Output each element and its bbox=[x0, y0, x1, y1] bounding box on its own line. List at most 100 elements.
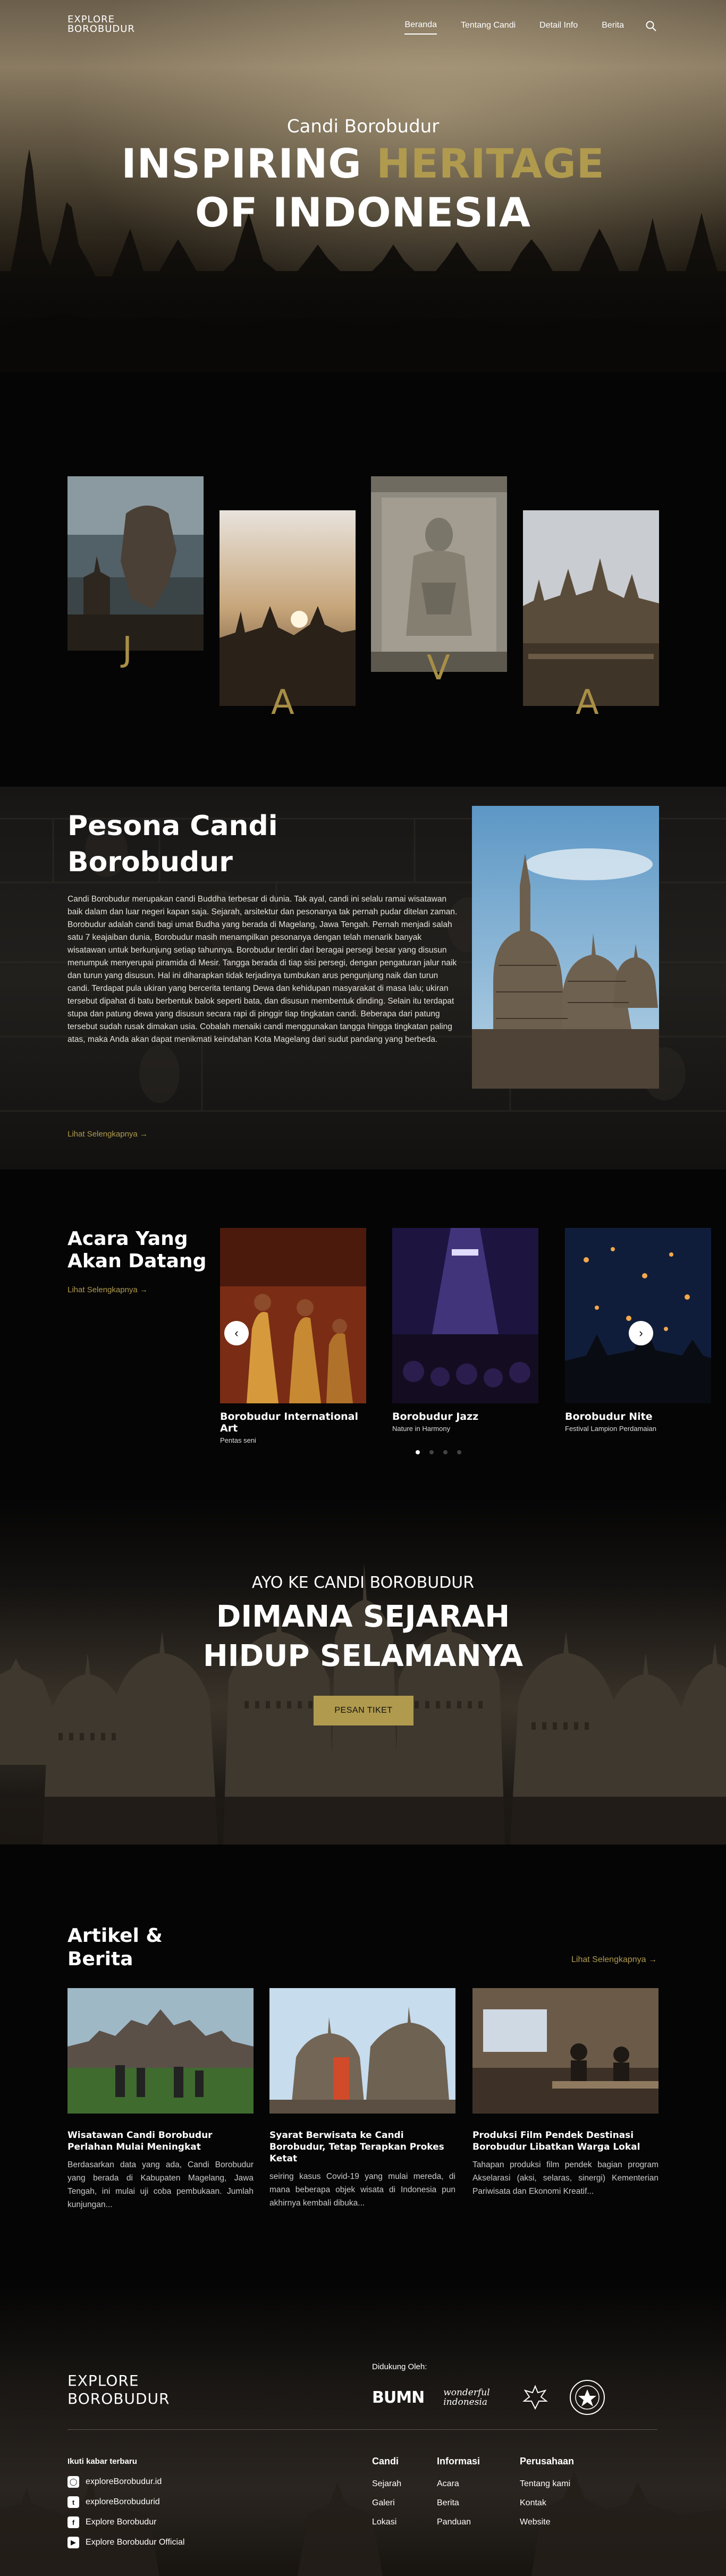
article-excerpt: Berdasarkan data yang ada, Candi Borobud… bbox=[67, 2160, 254, 2209]
events-read-more-link[interactable]: Lihat Selengkapnya → bbox=[67, 1285, 148, 1294]
top-nav: EXPLORE BOROBUDUR Beranda Tentang Candi … bbox=[0, 0, 726, 50]
articles-read-more-link[interactable]: Lihat Selengkapnya → bbox=[571, 1955, 657, 1965]
cta-subtitle: AYO KE CANDI BOROBUDUR bbox=[251, 1573, 475, 1592]
footer-link-sejarah[interactable]: Sejarah bbox=[372, 2474, 401, 2494]
youtube-icon: ▶ bbox=[67, 2537, 79, 2548]
site-logo[interactable]: EXPLORE BOROBUDUR bbox=[67, 15, 135, 34]
article-excerpt: Tahapan produksi film pendek bagian prog… bbox=[472, 2160, 659, 2196]
footer-link-tentang-kami[interactable]: Tentang kami bbox=[520, 2474, 574, 2494]
footer-logo[interactable]: EXPLORE BOROBUDUR bbox=[67, 2372, 170, 2408]
article-image-2 bbox=[269, 1988, 455, 2114]
pesona-read-more-link[interactable]: Lihat Selengkapnya → bbox=[67, 1130, 148, 1139]
events-section: Acara Yang Akan Datang Lihat Selengkapny… bbox=[0, 1169, 726, 1499]
chevron-right-icon: › bbox=[639, 1326, 643, 1340]
pesona-title: Pesona Candi Borobudur bbox=[67, 810, 278, 878]
wonderful-indonesia-logo: wonderful indonesia bbox=[443, 2387, 490, 2407]
article-card-3[interactable]: Produksi Film Pendek Destinasi Borobudur… bbox=[472, 1988, 659, 2198]
footer-link-berita[interactable]: Berita bbox=[437, 2494, 480, 2513]
social-link-facebook[interactable]: f Explore Borobudur bbox=[67, 2512, 184, 2532]
article-card-2[interactable]: Syarat Berwisata ke Candi Borobudur, Tet… bbox=[269, 1988, 455, 2210]
footer-column-heading: Candi bbox=[372, 2456, 399, 2466]
slider-dot[interactable] bbox=[443, 1450, 448, 1454]
footer-column-heading: Informasi bbox=[437, 2456, 480, 2466]
pesona-section: Pesona Candi Borobudur Candi Borobudur m… bbox=[0, 787, 726, 1169]
java-letter-v: V bbox=[427, 649, 450, 688]
hero-section: EXPLORE BOROBUDUR Beranda Tentang Candi … bbox=[0, 0, 726, 372]
footer: EXPLORE BOROBUDUR Didukung Oleh: BUMN wo… bbox=[0, 2286, 726, 2576]
event-card-jazz[interactable]: Borobudur Jazz Nature in Harmony bbox=[392, 1228, 538, 1441]
event-category: Festival Lampion Perdamaian bbox=[565, 1425, 656, 1433]
slider-dots bbox=[416, 1450, 461, 1454]
garuda-emblem-icon bbox=[521, 2383, 550, 2412]
footer-link-acara[interactable]: Acara bbox=[437, 2474, 480, 2494]
article-title[interactable]: Wisatawan Candi Borobudur Perlahan Mulai… bbox=[67, 2129, 254, 2153]
hero-title-highlight: HERITAGE bbox=[376, 140, 605, 187]
social-links: ◯ exploreBorobudur.id t exploreBorobudur… bbox=[67, 2472, 184, 2553]
footer-link-website[interactable]: Website bbox=[520, 2513, 574, 2532]
footer-link-galeri[interactable]: Galeri bbox=[372, 2494, 401, 2513]
java-image-1 bbox=[67, 476, 204, 651]
cta-title-line-2: HIDUP SELAMANYA bbox=[202, 1639, 524, 1673]
bumn-logo: BUMN bbox=[372, 2388, 425, 2407]
footer-link-kontak[interactable]: Kontak bbox=[520, 2494, 574, 2513]
ministry-seal-icon bbox=[569, 2379, 606, 2416]
nav-links: Beranda Tentang Candi Detail Info Berita bbox=[381, 20, 657, 35]
social-label: Explore Borobudur Official bbox=[86, 2538, 185, 2547]
nav-link-beranda[interactable]: Beranda bbox=[404, 20, 437, 35]
footer-column-perusahaan: Perusahaan Tentang kami Kontak Website bbox=[520, 2456, 574, 2532]
facebook-icon: f bbox=[67, 2516, 79, 2528]
nav-link-detail-info[interactable]: Detail Info bbox=[539, 21, 578, 34]
event-name: Borobudur Jazz bbox=[392, 1411, 479, 1422]
event-name: Borobudur Nite bbox=[565, 1411, 653, 1422]
java-image-3 bbox=[371, 476, 507, 672]
pesona-body: Candi Borobudur merupakan candi Buddha t… bbox=[67, 895, 458, 1044]
footer-link-panduan[interactable]: Panduan bbox=[437, 2513, 480, 2532]
event-name: Borobudur International Art bbox=[220, 1411, 358, 1434]
article-title[interactable]: Produksi Film Pendek Destinasi Borobudur… bbox=[472, 2129, 659, 2153]
nav-link-berita[interactable]: Berita bbox=[602, 21, 624, 34]
supported-by-label: Didukung Oleh: bbox=[372, 2362, 427, 2371]
nav-link-tentang-candi[interactable]: Tentang Candi bbox=[461, 21, 516, 34]
slider-dot[interactable] bbox=[457, 1450, 461, 1454]
footer-logo-line-2: BOROBUDUR bbox=[67, 2390, 170, 2407]
slider-dot[interactable] bbox=[416, 1450, 420, 1454]
hero-title-part-2: OF INDONESIA bbox=[195, 189, 531, 236]
articles-title: Artikel & Berita bbox=[67, 1925, 163, 1970]
cta-section: AYO KE CANDI BOROBUDUR DIMANA SEJARAH HI… bbox=[0, 1499, 726, 1845]
footer-link-lokasi[interactable]: Lokasi bbox=[372, 2513, 401, 2532]
java-letter-a-2: A bbox=[576, 683, 599, 722]
cta-title: DIMANA SEJARAH HIDUP SELAMANYA bbox=[0, 1597, 726, 1676]
footer-column-candi: Candi Sejarah Galeri Lokasi bbox=[372, 2456, 401, 2532]
pesona-image bbox=[472, 806, 659, 1089]
event-category: Nature in Harmony bbox=[392, 1425, 451, 1433]
slider-next-button[interactable]: › bbox=[629, 1321, 653, 1345]
social-link-youtube[interactable]: ▶ Explore Borobudur Official bbox=[67, 2532, 184, 2553]
slider-dot[interactable] bbox=[429, 1450, 434, 1454]
article-image-1 bbox=[67, 1988, 254, 2114]
article-title[interactable]: Syarat Berwisata ke Candi Borobudur, Tet… bbox=[269, 2129, 455, 2165]
social-link-instagram[interactable]: ◯ exploreBorobudur.id bbox=[67, 2472, 184, 2492]
social-heading: Ikuti kabar terbaru bbox=[67, 2457, 137, 2466]
java-image-2 bbox=[220, 510, 356, 706]
slider-prev-button[interactable]: ‹ bbox=[224, 1321, 249, 1345]
hero-title-part-1: INSPIRING bbox=[121, 140, 362, 187]
java-section: J A V A bbox=[0, 372, 726, 787]
buy-ticket-button[interactable]: PESAN TIKET bbox=[314, 1696, 413, 1725]
social-label: exploreBorobudurid bbox=[86, 2497, 160, 2506]
article-card-1[interactable]: Wisatawan Candi Borobudur Perlahan Mulai… bbox=[67, 1988, 254, 2211]
article-excerpt: seiring kasus Covid-19 yang mulai mereda… bbox=[269, 2172, 455, 2208]
sponsor-logos: BUMN wonderful indonesia bbox=[372, 2376, 606, 2419]
event-image-nite bbox=[565, 1228, 711, 1403]
java-letter-j: J bbox=[122, 630, 132, 669]
search-icon[interactable] bbox=[645, 20, 657, 32]
social-link-twitter[interactable]: t exploreBorobudurid bbox=[67, 2492, 184, 2512]
instagram-icon: ◯ bbox=[67, 2476, 79, 2488]
footer-column-heading: Perusahaan bbox=[520, 2456, 575, 2466]
event-image-art bbox=[220, 1228, 366, 1403]
logo-line-2: BOROBUDUR bbox=[67, 23, 135, 35]
article-image-3 bbox=[472, 1988, 659, 2114]
events-title: Acara Yang Akan Datang bbox=[67, 1228, 227, 1273]
java-image-4 bbox=[523, 510, 659, 706]
footer-logo-line-1: EXPLORE bbox=[67, 2372, 139, 2389]
events-title-text: Acara Yang Akan Datang bbox=[67, 1228, 207, 1272]
